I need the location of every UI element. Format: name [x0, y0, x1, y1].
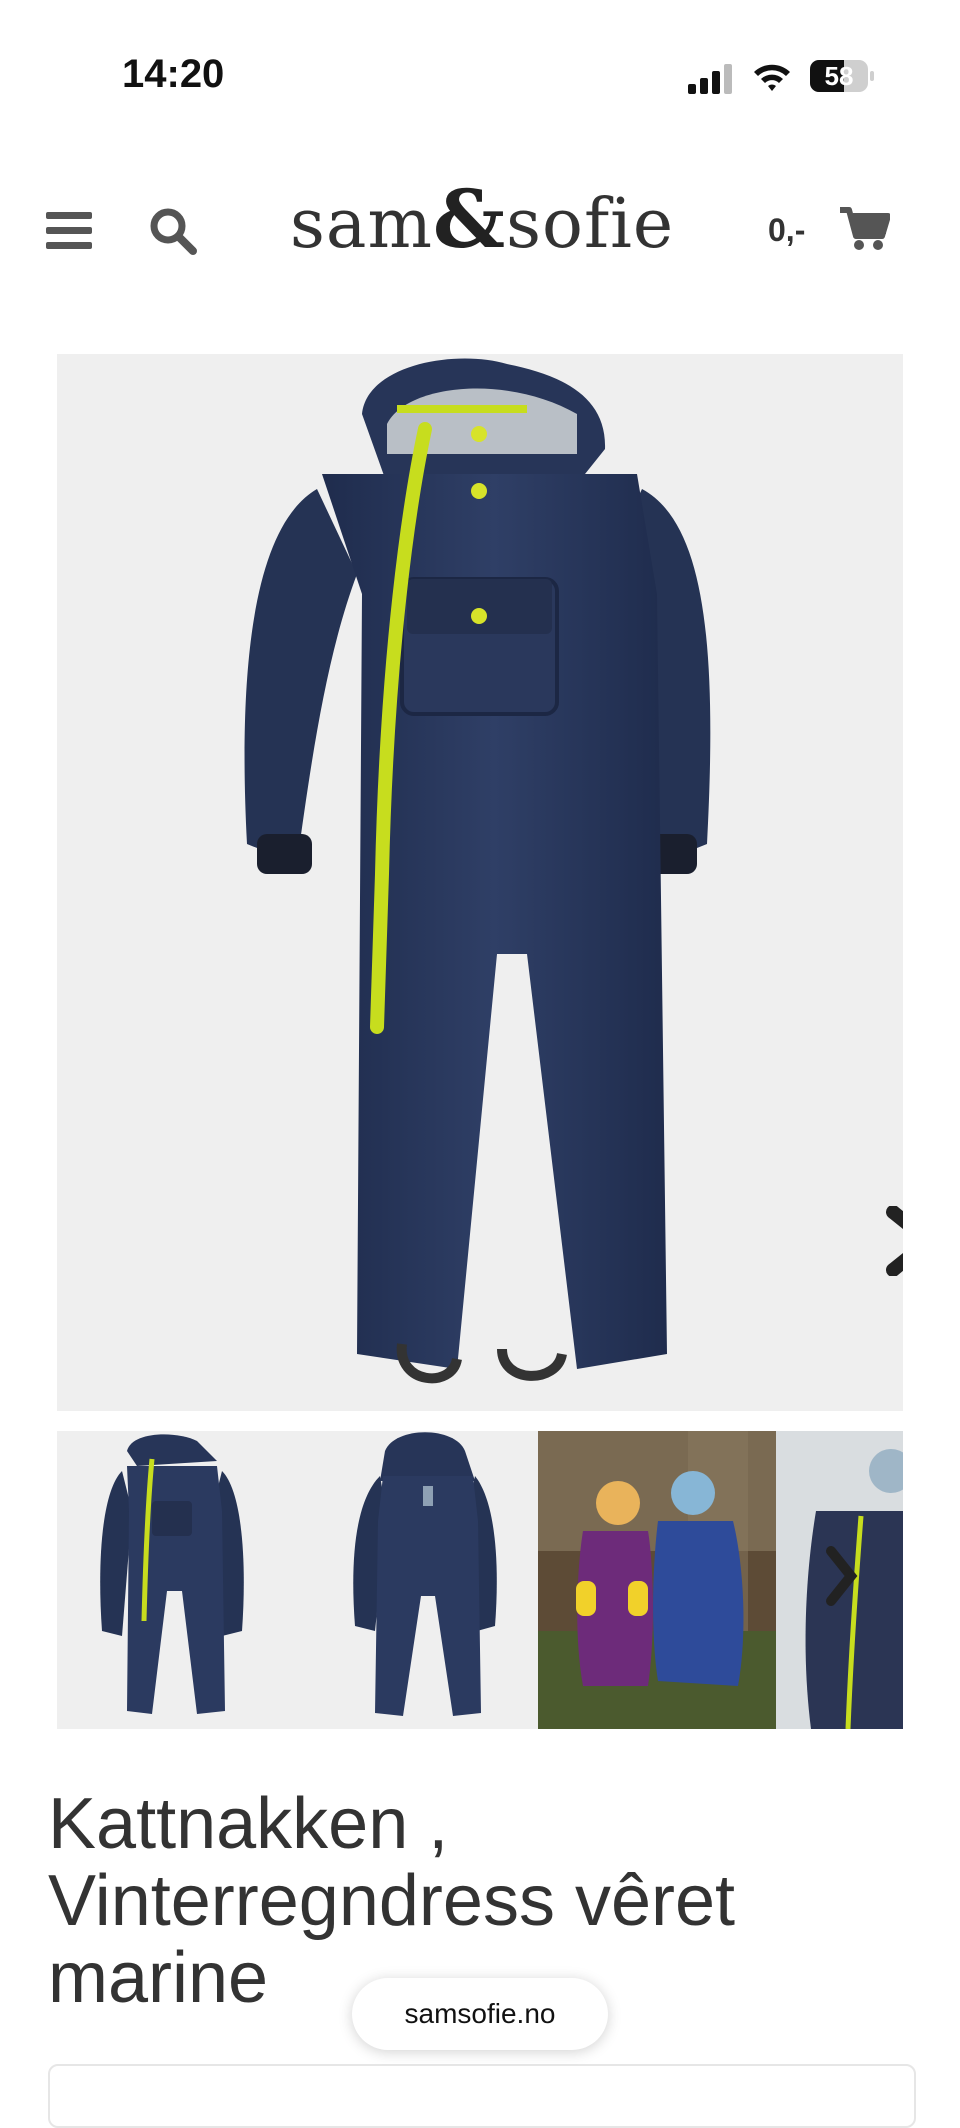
chevron-right-icon[interactable] [883, 1206, 903, 1276]
cart-icon[interactable] [840, 206, 890, 252]
cellular-signal-icon [688, 64, 732, 94]
thumbnail-front[interactable] [57, 1431, 295, 1729]
thumbnail-back[interactable] [295, 1431, 538, 1729]
battery-icon: 58 [810, 60, 874, 94]
main-product-image[interactable] [57, 354, 903, 1411]
site-logo[interactable]: sam&sofie [290, 172, 673, 272]
menu-icon[interactable] [46, 210, 92, 250]
rain-suit-illustration [244, 358, 711, 1384]
status-bar: 14:20 58 [0, 0, 960, 150]
status-time: 14:20 [122, 52, 225, 96]
thumbnail-strip [57, 1431, 903, 1729]
search-icon[interactable] [148, 206, 198, 256]
logo-text-sofie: sofie [506, 185, 675, 264]
product-options-box[interactable] [48, 2064, 916, 2128]
thumbnail-kids[interactable] [538, 1431, 776, 1729]
browser-url-pill[interactable]: samsofie.no [352, 1978, 608, 2050]
wifi-icon [754, 64, 790, 91]
battery-level-text: 58 [824, 61, 854, 91]
thumbnail-child[interactable] [776, 1431, 903, 1729]
logo-ampersand: & [432, 172, 507, 266]
cart-total[interactable]: 0,- [768, 212, 805, 249]
logo-text-sam: sam [290, 185, 433, 264]
